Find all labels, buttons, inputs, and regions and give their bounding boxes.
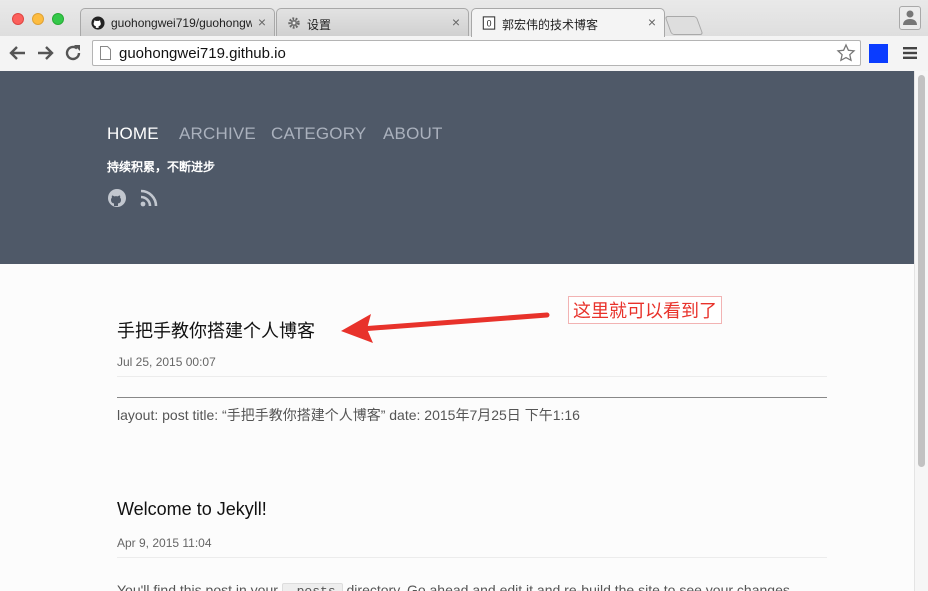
nav-about[interactable]: ABOUT — [383, 124, 443, 144]
excerpt-text: You'll find this post in your — [117, 582, 278, 591]
zoom-window-button[interactable] — [52, 13, 64, 25]
vertical-scrollbar[interactable] — [914, 71, 928, 591]
profile-button[interactable] — [899, 6, 921, 30]
github-icon — [91, 16, 105, 30]
nav-archive[interactable]: ARCHIVE — [179, 124, 256, 144]
content-rule — [117, 397, 827, 398]
new-tab-button[interactable] — [664, 16, 704, 35]
hamburger-menu-icon[interactable] — [903, 47, 917, 59]
github-icon[interactable] — [107, 188, 127, 208]
close-window-button[interactable] — [12, 13, 24, 25]
inline-code: _posts — [281, 583, 343, 591]
post-date: Apr 9, 2015 11:04 — [117, 536, 212, 550]
reload-icon[interactable] — [62, 42, 84, 64]
annotation-label: 这里就可以看到了 — [568, 296, 722, 324]
document-icon — [100, 46, 111, 60]
svg-text:0: 0 — [487, 19, 492, 29]
tab-github[interactable]: guohongwei719/guohongw × — [80, 8, 275, 36]
post-title[interactable]: 手把手教你搭建个人博客 — [117, 317, 315, 343]
address-bar[interactable]: guohongwei719.github.io — [92, 40, 861, 66]
annotation-arrow — [341, 312, 550, 343]
tab-label: 郭宏伟的技术博客 — [502, 18, 599, 32]
close-tab-icon[interactable]: × — [648, 14, 656, 30]
site-header: HOME ARCHIVE CATEGORY ABOUT 持续积累，不断进步 — [0, 71, 914, 264]
back-arrow-icon[interactable] — [7, 42, 29, 64]
gear-icon — [288, 17, 300, 29]
page-viewport: HOME ARCHIVE CATEGORY ABOUT 持续积累，不断进步 手把… — [0, 71, 914, 591]
page-icon: 0 — [482, 16, 496, 30]
nav-category[interactable]: CATEGORY — [271, 124, 366, 144]
browser-chrome: guohongwei719/guohongw × 设置 × 0 郭宏伟的技术博客… — [0, 0, 928, 71]
extension-icon[interactable] — [869, 44, 888, 63]
post-excerpt: You'll find this post in your _posts dir… — [117, 582, 794, 591]
bookmark-star-icon[interactable] — [836, 43, 856, 63]
forward-arrow-icon[interactable] — [34, 42, 56, 64]
divider — [117, 376, 827, 377]
close-tab-icon[interactable]: × — [452, 14, 460, 30]
close-tab-icon[interactable]: × — [258, 14, 266, 30]
tab-blog[interactable]: 0 郭宏伟的技术博客 × — [471, 8, 665, 37]
excerpt-text: directory. Go ahead and edit it and re-b… — [346, 582, 794, 591]
browser-toolbar: guohongwei719.github.io — [0, 36, 928, 71]
minimize-window-button[interactable] — [32, 13, 44, 25]
tab-settings[interactable]: 设置 × — [276, 8, 469, 36]
post-excerpt: layout: post title: “手把手教你搭建个人博客” date: … — [117, 407, 580, 423]
tab-label: 设置 — [307, 18, 332, 32]
tab-label: guohongwei719/guohongw — [111, 16, 252, 30]
post-date: Jul 25, 2015 00:07 — [117, 355, 216, 369]
nav-home[interactable]: HOME — [107, 124, 159, 144]
divider — [117, 557, 827, 558]
scrollbar-thumb[interactable] — [918, 75, 925, 467]
address-text[interactable]: guohongwei719.github.io — [119, 45, 286, 62]
rss-icon[interactable] — [139, 188, 159, 208]
site-tagline: 持续积累，不断进步 — [107, 160, 216, 174]
person-icon — [903, 10, 917, 25]
post-title[interactable]: Welcome to Jekyll! — [117, 499, 267, 520]
